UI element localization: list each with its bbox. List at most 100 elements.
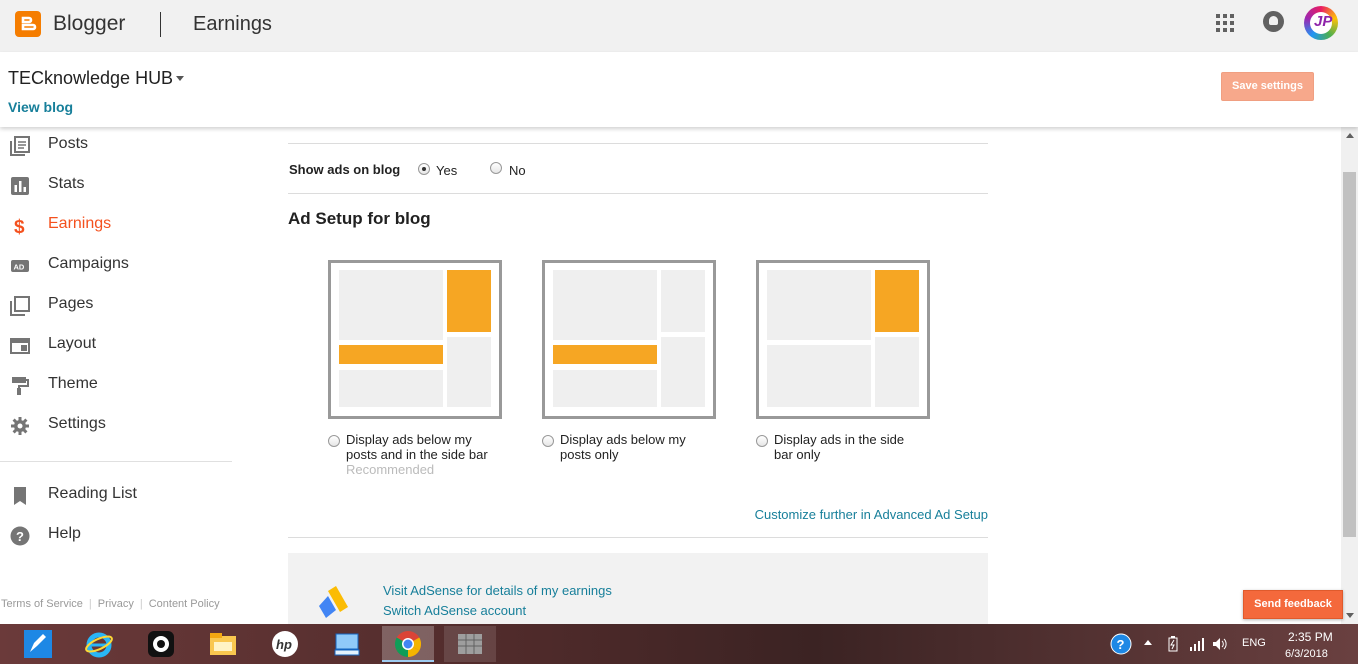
layout-caption-text: Display ads below my posts only: [560, 432, 686, 462]
sidebar-item-pages[interactable]: Pages: [0, 287, 232, 327]
pages-icon: [10, 296, 30, 316]
svg-text:$: $: [14, 217, 25, 236]
save-settings-button[interactable]: Save settings: [1221, 72, 1314, 101]
yes-label[interactable]: Yes: [436, 163, 457, 178]
sidebar-item-layout[interactable]: Layout: [0, 327, 232, 367]
show-ads-no-radio[interactable]: [490, 162, 502, 174]
avatar[interactable]: JP: [1304, 6, 1338, 40]
clock-date[interactable]: 6/3/2018: [1285, 648, 1328, 660]
volume-icon[interactable]: [1212, 636, 1228, 652]
brand-name[interactable]: Blogger: [53, 12, 125, 36]
send-feedback-button[interactable]: Send feedback: [1243, 590, 1343, 619]
help-tray-icon[interactable]: ?: [1110, 633, 1132, 655]
sidebar-item-label: Posts: [48, 135, 89, 152]
page-scrollbar[interactable]: [1341, 127, 1358, 624]
layout-option-1-radio[interactable]: [328, 435, 340, 447]
stats-icon: [11, 177, 29, 195]
svg-text:hp: hp: [276, 637, 292, 652]
sidebar-item-label: Settings: [48, 415, 106, 432]
view-blog-link[interactable]: View blog: [8, 99, 73, 115]
layout-caption-text: Display ads below my posts and in the si…: [346, 432, 488, 462]
sidebar-ad-block: [875, 270, 919, 332]
taskbar-file-explorer-icon[interactable]: [197, 626, 249, 662]
sidebar-item-campaigns[interactable]: AD Campaigns: [0, 247, 232, 287]
layout-preview-posts-and-sidebar[interactable]: [328, 260, 502, 419]
battery-icon[interactable]: [1166, 636, 1180, 652]
layout-option-3-caption[interactable]: Display ads in the side bar only: [774, 432, 914, 462]
ad-setup-title: Ad Setup for blog: [288, 209, 431, 228]
adsense-details-link[interactable]: Visit AdSense for details of my earnings: [383, 583, 612, 598]
windows-taskbar: hp ? ENG: [0, 624, 1358, 664]
layout-option-2-radio[interactable]: [542, 435, 554, 447]
sidebar-divider: [0, 461, 232, 462]
language-indicator[interactable]: ENG: [1242, 637, 1266, 649]
scroll-down-icon[interactable]: [1346, 613, 1354, 618]
privacy-link[interactable]: Privacy: [98, 598, 134, 610]
switch-adsense-account-link[interactable]: Switch AdSense account: [383, 603, 526, 618]
layout-preview-sidebar-only[interactable]: [756, 260, 930, 419]
terms-link[interactable]: Terms of Service: [1, 598, 83, 610]
svg-text:?: ?: [16, 529, 24, 544]
caret-down-icon[interactable]: [176, 76, 184, 81]
sidebar-item-earnings[interactable]: $ Earnings: [0, 207, 232, 247]
sidebar-item-label: Earnings: [48, 215, 112, 232]
main-content: Show ads on blog Yes No Ad Setup for blo…: [288, 127, 988, 624]
blog-selector[interactable]: TECknowledge HUB: [8, 68, 173, 89]
taskbar-hp-icon[interactable]: hp: [259, 626, 311, 662]
divider: [288, 193, 988, 194]
sidebar-item-label: Stats: [48, 175, 85, 192]
taskbar-keyboard-app-icon[interactable]: [321, 626, 373, 662]
clock-time[interactable]: 2:35 PM: [1288, 630, 1333, 644]
sidebar-ad-block: [447, 270, 491, 332]
show-ads-yes-radio[interactable]: [418, 163, 430, 175]
advanced-ad-setup-link[interactable]: Customize further in Advanced Ad Setup: [755, 507, 988, 522]
taskbar-media-app-icon[interactable]: [135, 626, 187, 662]
divider: [288, 143, 988, 144]
paint-roller-icon: [12, 377, 29, 395]
posts-icon: [10, 136, 30, 156]
sidebar-item-label: Pages: [48, 295, 94, 312]
layout-option-3-radio[interactable]: [756, 435, 768, 447]
top-bar: Blogger Earnings JP: [0, 0, 1358, 52]
help-icon: ?: [10, 526, 30, 546]
sidebar-item-label: Help: [48, 525, 81, 542]
taskbar-chrome-icon[interactable]: [382, 626, 434, 662]
layout-preview-posts-only[interactable]: [542, 260, 716, 419]
network-icon[interactable]: [1189, 636, 1205, 652]
notifications-bell-icon[interactable]: [1263, 11, 1284, 32]
taskbar-rocket-app-icon[interactable]: [12, 626, 64, 662]
divider: [288, 537, 988, 538]
sidebar-item-settings[interactable]: Settings: [0, 407, 232, 447]
sidebar-item-label: Layout: [48, 335, 97, 352]
svg-text:?: ?: [1117, 637, 1125, 652]
taskbar-internet-explorer-icon[interactable]: [73, 626, 125, 662]
content-policy-link[interactable]: Content Policy: [149, 598, 220, 610]
tray-expand-icon[interactable]: [1144, 640, 1152, 645]
sidebar-item-theme[interactable]: Theme: [0, 367, 232, 407]
blogger-logo-icon[interactable]: [15, 11, 41, 37]
page-title: Earnings: [193, 13, 272, 35]
title-divider: [160, 12, 161, 37]
post-ad-block: [553, 345, 657, 364]
layout-option-2-caption[interactable]: Display ads below my posts only: [560, 432, 710, 462]
post-ad-block: [339, 345, 443, 364]
blog-header: TECknowledge HUB View blog Save settings: [0, 52, 1358, 127]
sidebar-item-help[interactable]: ? Help: [0, 517, 232, 557]
layout-icon: [10, 338, 30, 354]
scroll-up-icon[interactable]: [1346, 133, 1354, 138]
layout-caption-text: Display ads in the side bar only: [774, 432, 905, 462]
bookmark-icon: [14, 487, 26, 505]
sidebar-item-label: Theme: [48, 375, 98, 392]
no-label[interactable]: No: [509, 163, 526, 178]
scrollbar-thumb[interactable]: [1343, 172, 1356, 537]
svg-text:AD: AD: [14, 263, 25, 272]
layout-option-1-caption[interactable]: Display ads below my posts and in the si…: [346, 432, 496, 477]
sidebar-item-stats[interactable]: Stats: [0, 167, 232, 207]
apps-grid-icon[interactable]: [1216, 14, 1234, 32]
sidebar-item-reading-list[interactable]: Reading List: [0, 477, 232, 517]
taskbar-app-icon[interactable]: [444, 626, 496, 662]
ad-icon: AD: [11, 260, 29, 272]
dollar-icon: $: [14, 217, 25, 236]
sidebar-item-posts[interactable]: Posts: [0, 127, 232, 167]
sidebar: Posts Stats $ Earnings AD Campaigns Page…: [0, 127, 240, 624]
